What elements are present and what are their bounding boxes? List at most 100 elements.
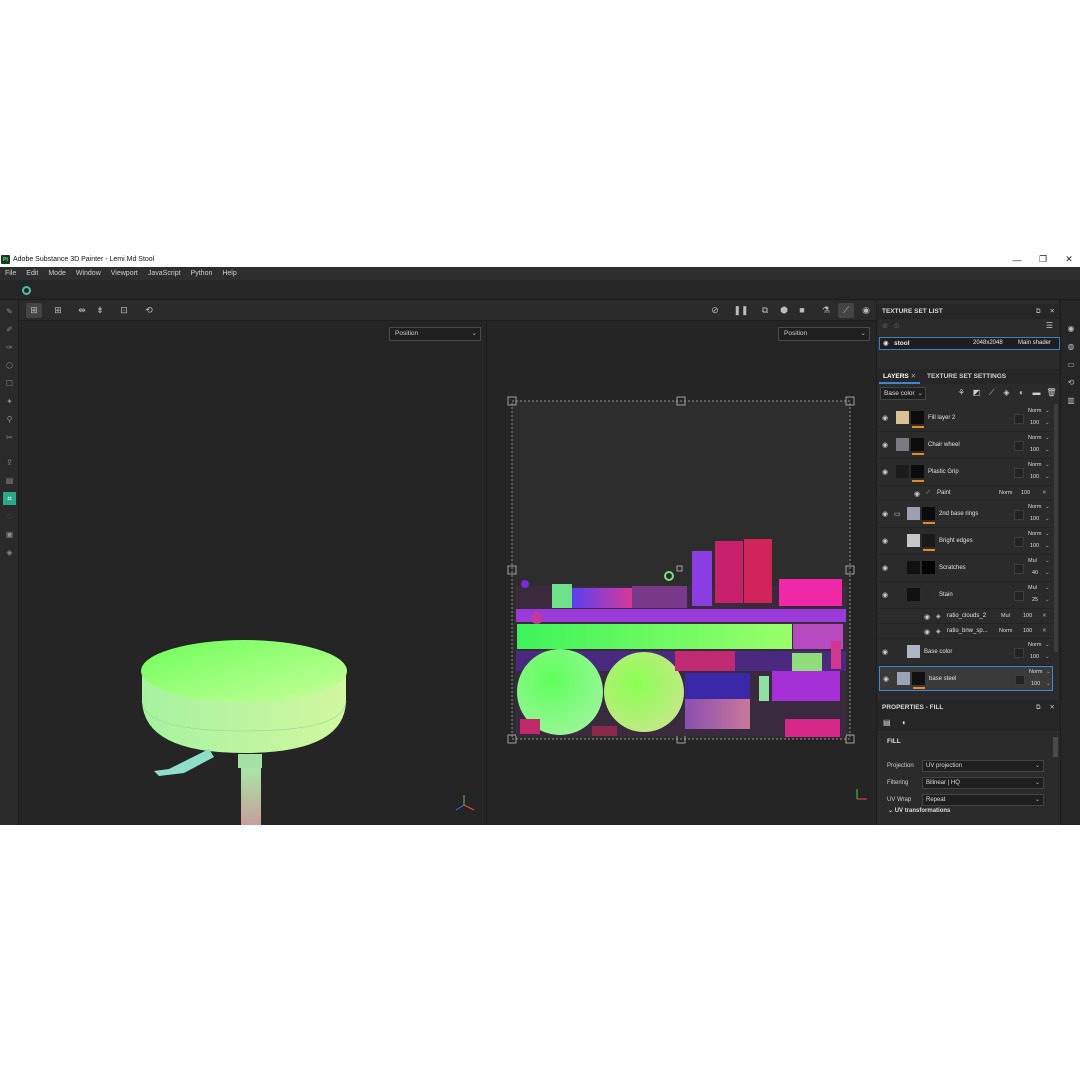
layer-checkbox[interactable]: [1014, 468, 1024, 478]
environment-icon[interactable]: ◍: [1066, 342, 1076, 352]
pause-icon[interactable]: ❚❚: [733, 303, 749, 318]
eye-icon[interactable]: ◉: [882, 469, 891, 476]
menu-python[interactable]: Python: [191, 270, 213, 277]
opacity[interactable]: 100: [1030, 543, 1039, 549]
blend-mode[interactable]: Norm: [999, 628, 1012, 634]
layer-row[interactable]: ◉ Base color Norm 100 ⌄ ⌄: [879, 640, 1053, 666]
layer-checkbox[interactable]: [1014, 591, 1024, 601]
layer-checkbox[interactable]: [1014, 414, 1024, 424]
channel-select[interactable]: Base color ⌄: [880, 387, 926, 400]
opacity[interactable]: 100: [1023, 613, 1032, 619]
menu-window[interactable]: Window: [76, 270, 101, 277]
close-window-button[interactable]: ✕: [1064, 254, 1074, 265]
layer-effect-row[interactable]: ◉ ⟋ Paint Norm 100 ✕: [879, 487, 1053, 501]
close-tab-icon[interactable]: ✕: [911, 373, 916, 380]
layer-effect-row[interactable]: ◉ ◈ ratio_clouds_2 Mul 100 ✕: [879, 610, 1053, 624]
grid-options-icon[interactable]: ⊞: [50, 303, 66, 318]
properties-scrollbar[interactable]: [1053, 737, 1058, 757]
layer-row[interactable]: ◉ Stain Mul 25 ⌄ ⌄: [879, 583, 1053, 609]
trash-icon[interactable]: 🗑: [1046, 388, 1057, 398]
menu-viewport[interactable]: Viewport: [111, 270, 138, 277]
material-ball-icon[interactable]: ◐: [902, 718, 907, 727]
opacity[interactable]: 100: [1030, 654, 1039, 660]
bake-icon[interactable]: ⇪: [3, 456, 16, 469]
float-panel-icon[interactable]: ⧉: [1036, 700, 1041, 715]
render-icon[interactable]: ⚗: [818, 303, 834, 318]
smudge-icon[interactable]: ☐: [3, 377, 16, 390]
remove-effect-icon[interactable]: ✕: [1042, 613, 1047, 619]
close-icon[interactable]: ✕: [1050, 304, 1055, 319]
layer-row[interactable]: ◉ Fill layer 2 Norm 100 ⌄ ⌄: [879, 406, 1053, 432]
polygon-fill-icon[interactable]: ✂: [3, 431, 16, 444]
opacity[interactable]: 100: [1030, 474, 1039, 480]
brush-icon[interactable]: ⟋: [986, 388, 997, 398]
blend-mode[interactable]: Norm: [1029, 669, 1042, 675]
menu-javascript[interactable]: JavaScript: [148, 270, 181, 277]
blend-mode[interactable]: Norm: [1028, 504, 1041, 510]
layer-row[interactable]: ◉ Scratches Mul 40 ⌄ ⌄: [879, 556, 1053, 582]
eye-icon[interactable]: ◉: [882, 565, 891, 572]
eye-icon[interactable]: ◉: [882, 415, 891, 422]
blend-mode[interactable]: Norm: [999, 490, 1012, 496]
layer-row[interactable]: ◉ Plastic Grip Norm 100 ⌄ ⌄: [879, 460, 1053, 486]
clone-icon[interactable]: ✦: [3, 395, 16, 408]
blend-mode[interactable]: Norm: [1028, 462, 1041, 468]
fill-icon[interactable]: ◈: [1001, 388, 1012, 398]
blend-mode[interactable]: Mul: [1028, 558, 1037, 564]
viewport-2d[interactable]: Position ⌄: [487, 321, 876, 825]
eye-icon[interactable]: ◉: [924, 629, 933, 636]
layer-effect-row[interactable]: ◉ ◈ ratio_bnw_sp... Norm 100 ✕: [879, 625, 1053, 639]
eye-icon[interactable]: ◉: [883, 676, 892, 683]
layer-checkbox[interactable]: [1014, 564, 1024, 574]
layer-checkbox[interactable]: [1014, 537, 1024, 547]
remove-effect-icon[interactable]: ✕: [1042, 628, 1047, 634]
material-ball-icon[interactable]: ◐: [1016, 388, 1027, 398]
remove-effect-icon[interactable]: ✕: [1042, 490, 1047, 496]
add-mask-icon[interactable]: ◩: [971, 388, 982, 398]
eye-icon[interactable]: ◉: [882, 442, 891, 449]
split-view-icon[interactable]: ⧉: [757, 303, 773, 318]
close-icon[interactable]: ✕: [1050, 700, 1055, 715]
paint-brush-icon[interactable]: ✎: [3, 305, 16, 318]
add-effect-icon[interactable]: ⚘: [956, 388, 967, 398]
layer-checkbox[interactable]: [1014, 441, 1024, 451]
paint-mode-icon[interactable]: ⟋: [838, 303, 854, 318]
layer-row[interactable]: ◉ Bright edges Norm 100 ⌄ ⌄: [879, 529, 1053, 555]
document-icon[interactable]: ▣: [3, 528, 16, 541]
float-panel-icon[interactable]: ⧉: [1036, 304, 1041, 319]
tab-layers[interactable]: LAYERS ✕: [879, 369, 921, 384]
video-icon[interactable]: ■: [794, 303, 810, 318]
menu-file[interactable]: File: [5, 270, 16, 277]
layers-scrollbar[interactable]: [1054, 404, 1058, 652]
menu-icon[interactable]: ☰: [1046, 321, 1053, 330]
eye-icon[interactable]: ◉: [882, 649, 891, 656]
symmetry-icon[interactable]: ⇹: [74, 303, 90, 318]
menu-mode[interactable]: Mode: [48, 270, 66, 277]
opacity[interactable]: 25: [1032, 597, 1038, 603]
opacity[interactable]: 100: [1030, 516, 1039, 522]
layer-checkbox[interactable]: [1014, 648, 1024, 658]
projection-select[interactable]: UV projection ⌄: [922, 760, 1044, 772]
opacity[interactable]: 100: [1030, 420, 1039, 426]
eye-icon[interactable]: ◉: [882, 511, 891, 518]
shader-icon[interactable]: ▭: [1066, 360, 1076, 370]
folder-icon[interactable]: ▬: [1031, 388, 1042, 398]
eye-icon[interactable]: ◉: [883, 338, 889, 349]
menu-help[interactable]: Help: [222, 270, 236, 277]
selection-tool-icon[interactable]: ⌗: [3, 492, 16, 505]
blend-mode[interactable]: Norm: [1028, 408, 1041, 414]
camera-icon[interactable]: ◉: [858, 303, 874, 318]
blend-mode[interactable]: Norm: [1028, 642, 1041, 648]
hide-icon[interactable]: ⊘: [707, 303, 723, 318]
layers-stack-icon[interactable]: ◈: [3, 546, 16, 559]
visibility-icon[interactable]: ⊙: [894, 323, 900, 330]
layer-row[interactable]: ◉ Chair wheel Norm 100 ⌄ ⌄: [879, 433, 1053, 459]
opacity[interactable]: 100: [1030, 447, 1039, 453]
geometry-mask-icon[interactable]: ⬡: [3, 359, 16, 372]
history-icon[interactable]: ⟲: [1066, 378, 1076, 388]
3d-view-icon[interactable]: ⬢: [776, 303, 792, 318]
uv-wrap-select[interactable]: Repeat ⌄: [922, 794, 1044, 806]
minimize-button[interactable]: —: [1012, 255, 1022, 265]
opacity[interactable]: 100: [1031, 681, 1040, 687]
align-icon[interactable]: ⇟: [92, 303, 108, 318]
